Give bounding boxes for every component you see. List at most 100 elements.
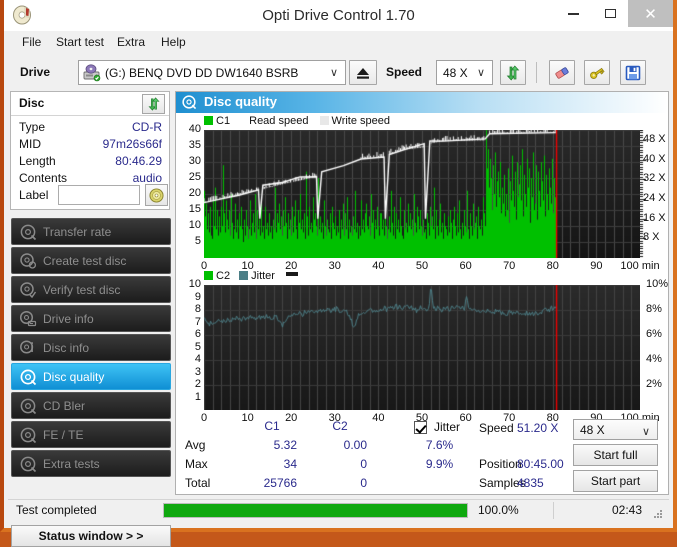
sidebar-item-cd-bler[interactable]: CD Bler: [11, 392, 171, 419]
left-panel: Disc Type CD-R MID 97m26s66f Length 80:4…: [8, 91, 173, 547]
disc-row-length: Length 80:46.29: [11, 154, 169, 171]
speed-select[interactable]: 48 X ∨: [436, 60, 493, 85]
disc-info-panel: Disc Type CD-R MID 97m26s66f Length 80:4…: [10, 91, 170, 210]
menu-help[interactable]: Help: [154, 31, 193, 54]
c2-ytick-3: 3: [194, 365, 201, 378]
stats-c2-avg: 0.00: [343, 438, 367, 452]
status-window-button[interactable]: Status window > >: [11, 525, 171, 547]
disc-row-key: Contents: [19, 171, 68, 185]
position-stat-value: 80:45.00: [517, 457, 564, 471]
sidebar-item-fe-te[interactable]: FE / TE: [11, 421, 171, 448]
sidebar-item-label: Drive info: [43, 311, 94, 326]
disc-label-button[interactable]: [145, 184, 168, 206]
c2-ytick-1: 1: [194, 390, 201, 403]
disc-row-key: MID: [19, 137, 41, 151]
disc-row-value: 80:46.29: [115, 154, 162, 168]
sidebar-item-label: Transfer rate: [43, 224, 112, 239]
sidebar-item-verify-test-disc[interactable]: Verify test disc: [11, 276, 171, 303]
legend-label-c2: C2: [216, 270, 231, 282]
c2-jitter-chart: C2 Jitter 1 2 3 4 5 6 7 8 9 10 2% 4% 6% 8% 10% 0 10 20 30 4…: [176, 270, 670, 424]
title-bar: Opti Drive Control 1.70 ✕: [4, 0, 673, 31]
menu-file[interactable]: File: [15, 31, 48, 54]
c1-y2tick-32: 32 X: [643, 172, 666, 185]
progress-percent: 100.0%: [478, 503, 519, 517]
disc-row-value: CD-R: [132, 120, 162, 134]
sidebar-item-drive-info[interactable]: Drive info: [11, 305, 171, 332]
disc-fete-icon: [19, 426, 37, 444]
jitter-max: 9.9%: [425, 457, 454, 471]
drive-select-value: (G:) BENQ DVD DD DW1640 BSRB: [105, 66, 299, 80]
sidebar-item-label: Verify test disc: [43, 282, 121, 297]
elapsed-time: 02:43: [611, 503, 642, 517]
legend-swatch-write-speed: [319, 116, 329, 125]
sidebar-item-label: CD Bler: [43, 398, 86, 413]
application-window: Opti Drive Control 1.70 ✕ File Start tes…: [0, 0, 677, 547]
start-part-button[interactable]: Start part: [573, 470, 658, 492]
c1-ytick-40: 40: [188, 123, 201, 135]
save-button[interactable]: [620, 60, 646, 85]
toolbar-separator: [536, 62, 537, 83]
test-speed-select[interactable]: 48 X ∨: [573, 419, 658, 440]
refresh-button[interactable]: [500, 60, 526, 85]
erase-icon: [555, 66, 569, 79]
stats-row-label-total: Total: [185, 476, 211, 490]
legend-swatch-c2: [204, 271, 213, 280]
sidebar-item-disc-quality[interactable]: Disc quality: [11, 363, 171, 390]
disc-label-input[interactable]: [58, 185, 140, 205]
sidebar-item-disc-info[interactable]: Disc info: [11, 334, 171, 361]
c2-ytick-9: 9: [194, 290, 201, 303]
c1-y2tick-48: 48 X: [643, 132, 666, 145]
stats-header-c1: C1: [264, 419, 280, 433]
disc-quality-icon: [181, 94, 197, 110]
speed-select-value: 48 X: [443, 66, 468, 80]
sidebar-item-extra-tests[interactable]: Extra tests: [11, 450, 171, 477]
disc-refresh-button[interactable]: [142, 94, 165, 114]
keys-button[interactable]: [584, 60, 610, 85]
disc-verify-icon: [19, 281, 37, 299]
sidebar-item-create-test-disc[interactable]: Create test disc: [11, 247, 171, 274]
disc-info-icon: [19, 339, 37, 357]
c2-ytick-4: 4: [194, 353, 201, 365]
stats-c2-max: 0: [360, 457, 367, 471]
disc-row-key: Type: [19, 120, 46, 134]
menu-bar: File Start test Extra Help: [4, 31, 673, 54]
sidebar-item-transfer-rate[interactable]: Transfer rate: [11, 218, 171, 245]
statistics-panel: C1 C2 Avg Max Total 5.32 34 25766 0.00 0…: [177, 417, 667, 493]
c1-y2tick-16: 16 X: [643, 211, 666, 224]
status-text: Test completed: [16, 503, 97, 517]
chart2-legend: C2 Jitter: [204, 270, 301, 282]
floppy-save-icon: [625, 65, 641, 80]
c1-ytick-15: 15: [188, 203, 201, 215]
chevron-down-icon: ∨: [641, 426, 650, 438]
c2-ytick-5: 5: [194, 340, 201, 353]
samples-stat-value: 4835: [517, 476, 544, 490]
start-full-button[interactable]: Start full: [573, 444, 658, 466]
drive-select[interactable]: (G:) BENQ DVD DD DW1640 BSRB ∨: [78, 60, 346, 85]
menu-extra[interactable]: Extra: [110, 31, 152, 54]
legend-label-c1: C1: [216, 115, 231, 127]
close-icon: ✕: [644, 5, 657, 23]
progress-bar-fill: [164, 504, 467, 517]
minimize-button[interactable]: [555, 0, 592, 27]
eject-button[interactable]: [349, 60, 377, 85]
chevron-down-icon: ∨: [329, 67, 338, 79]
c2-y2tick-4: 4%: [646, 353, 662, 365]
c2-jitter-plot: [204, 285, 640, 410]
disc-extra-icon: [19, 455, 37, 473]
menu-start-test[interactable]: Start test: [49, 31, 111, 54]
progress-bar: [163, 503, 468, 518]
stats-c2-total: 0: [360, 476, 367, 490]
refresh-arrows-icon: [147, 97, 160, 111]
c1-ytick-30: 30: [188, 155, 201, 167]
erase-button[interactable]: [549, 60, 575, 85]
resize-grip[interactable]: [652, 507, 664, 519]
c2-y2tick-10: 10%: [646, 278, 669, 290]
minimize-icon: [568, 12, 579, 15]
maximize-button[interactable]: [592, 0, 629, 27]
jitter-checkbox[interactable]: [414, 421, 427, 434]
c1-y2tick-8: 8 X: [643, 231, 660, 244]
c1-y2tick-40: 40 X: [643, 152, 666, 165]
c1-speed-plot: [204, 130, 640, 258]
close-button[interactable]: ✕: [628, 0, 673, 27]
c1-y2tick-24: 24 X: [643, 191, 666, 204]
